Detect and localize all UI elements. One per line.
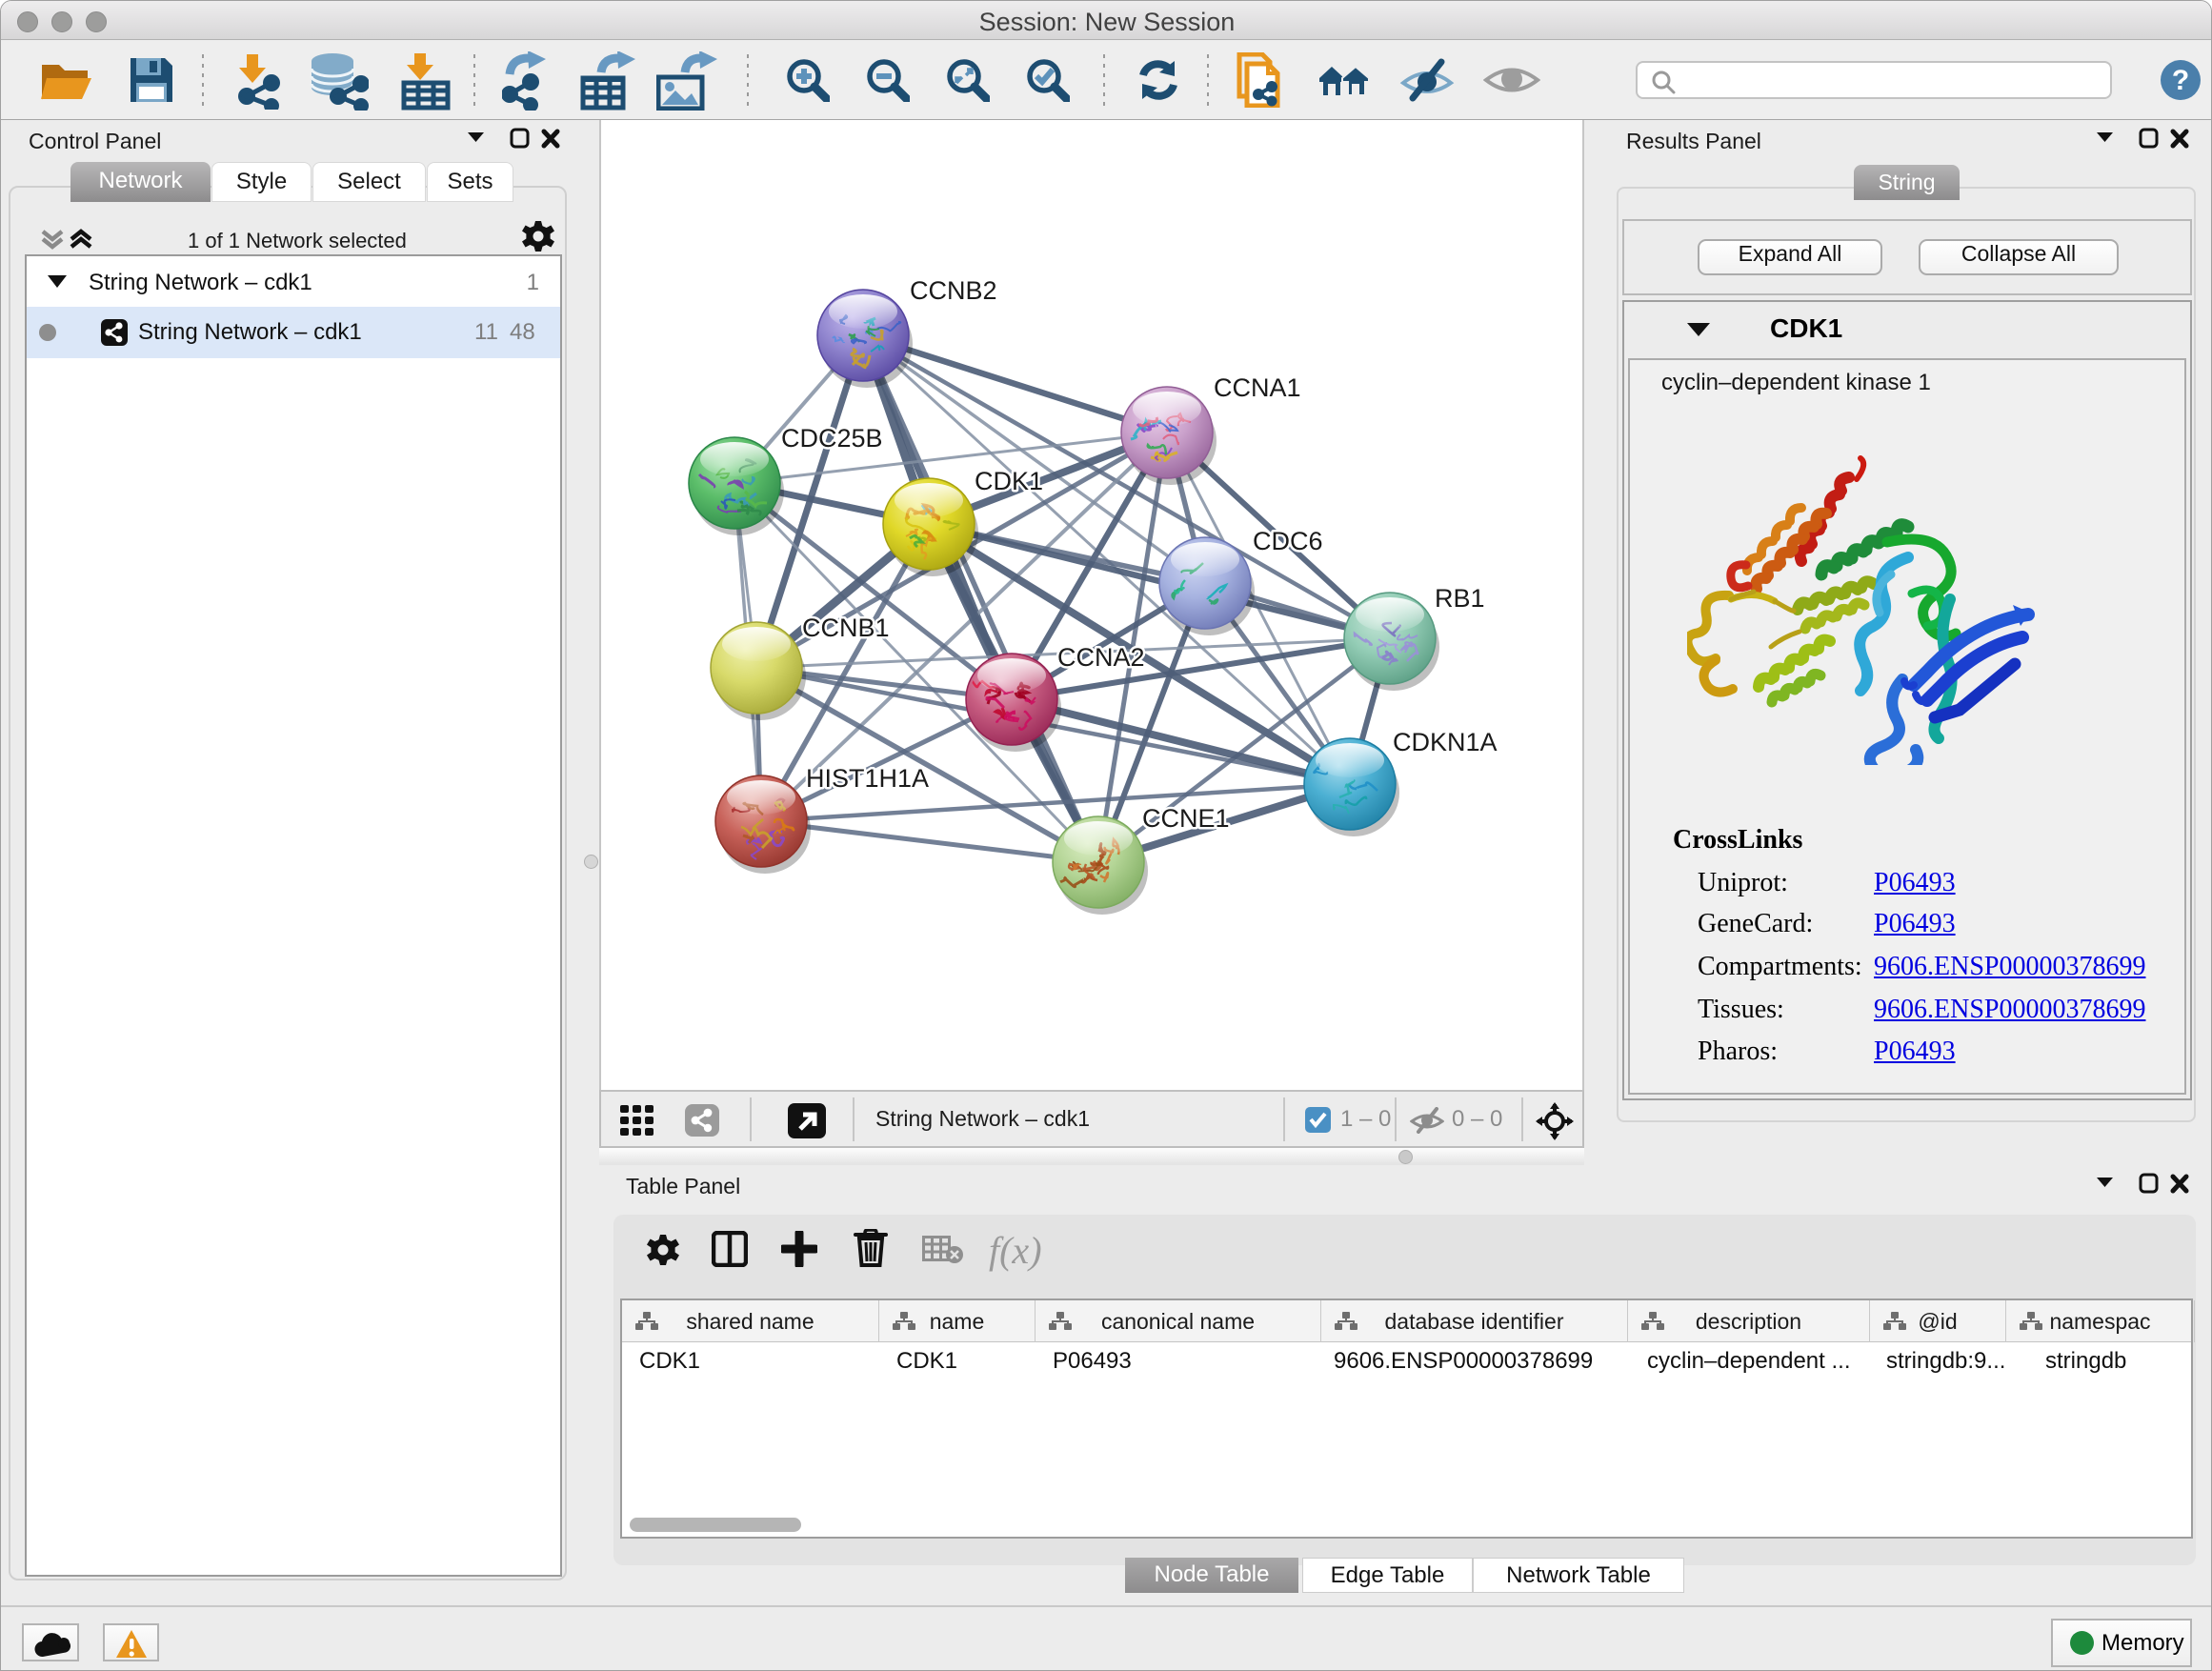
svg-text:CCNA2: CCNA2 — [1057, 643, 1145, 672]
svg-text:HIST1H1A: HIST1H1A — [806, 764, 929, 793]
svg-text:CDC25B: CDC25B — [781, 424, 883, 453]
svg-text:CCNB2: CCNB2 — [910, 276, 997, 305]
svg-text:CDK1: CDK1 — [975, 467, 1043, 495]
svg-text:CCNA1: CCNA1 — [1214, 373, 1301, 402]
svg-text:CCNE1: CCNE1 — [1142, 804, 1230, 833]
svg-text:?: ? — [2172, 65, 2189, 96]
svg-text:CDC6: CDC6 — [1253, 527, 1323, 555]
svg-text:CDKN1A: CDKN1A — [1393, 728, 1498, 756]
svg-text:CCNB1: CCNB1 — [802, 614, 890, 642]
svg-text:RB1: RB1 — [1435, 584, 1485, 613]
